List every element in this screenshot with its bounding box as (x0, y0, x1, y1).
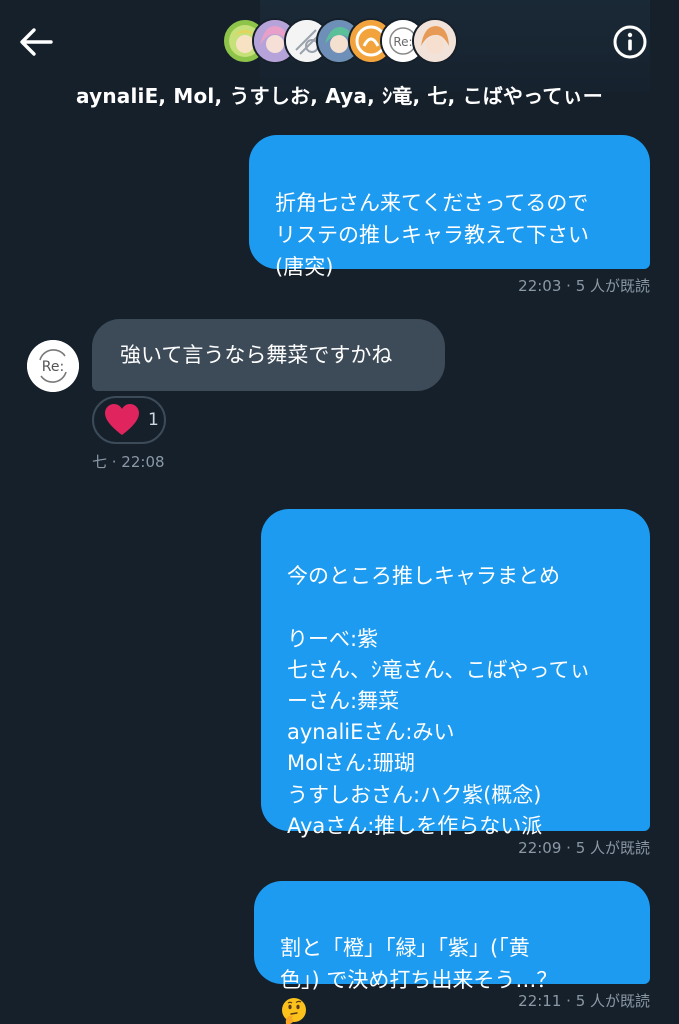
message-text: 今のところ推しキャラまとめ りーべ:紫 七さん、ｼ竜さん、こばやってぃ ーさん:… (287, 564, 591, 838)
reaction-badge[interactable]: 1 (92, 396, 166, 444)
message-bubble-outgoing[interactable]: 今のところ推しキャラまとめ りーべ:紫 七さん、ｼ竜さん、こばやってぃ ーさん:… (261, 509, 650, 838)
conversation-title: aynaliE, Mol, うすしお, Aya, ｼ竜, 七, こばやってぃー (76, 84, 603, 108)
message-text: 割と「橙」「緑」「紫」(「黄 色」) で決め打ち出来そう…？ (280, 936, 558, 992)
conversation-header: Re: aynaliE, Mol, うすしお, Aya, ｼ竜, 七, こばやっ… (0, 0, 679, 118)
arrow-left-icon (20, 28, 53, 56)
back-button[interactable] (14, 22, 58, 62)
message-meta: 22:11 · 5 人が既読 (518, 992, 650, 1010)
svg-text:Re:: Re: (42, 359, 64, 375)
heart-icon (105, 404, 139, 435)
re-logo-icon: Re: (27, 340, 79, 392)
reaction-count: 1 (148, 410, 159, 430)
conversation-info-button[interactable] (608, 20, 652, 64)
message-meta: 22:03 · 5 人が既読 (518, 277, 650, 295)
message-meta: 22:09 · 5 人が既読 (518, 839, 650, 857)
message-meta: 七 · 22:08 (92, 453, 165, 471)
message-text: 折角七さん来てくださってるので リステの推しキャラ教えて下さい (唐突) (275, 191, 589, 279)
message-bubble-outgoing[interactable]: 割と「橙」「緑」「紫」(「黄 色」) で決め打ち出来そう…？ (254, 881, 650, 1024)
thinking-face-icon (282, 998, 306, 1024)
sender-avatar[interactable]: Re: (27, 340, 79, 392)
svg-text:Re:: Re: (393, 35, 412, 49)
info-icon (613, 25, 647, 59)
participant-avatar (412, 18, 458, 64)
participant-avatars[interactable]: Re: (222, 18, 462, 66)
message-text: 強いて言うなら舞菜ですかね (120, 343, 393, 367)
message-bubble-incoming[interactable]: 強いて言うなら舞菜ですかね (92, 319, 445, 391)
message-bubble-outgoing[interactable]: 折角七さん来てくださってるので リステの推しキャラ教えて下さい (唐突) (249, 135, 650, 279)
